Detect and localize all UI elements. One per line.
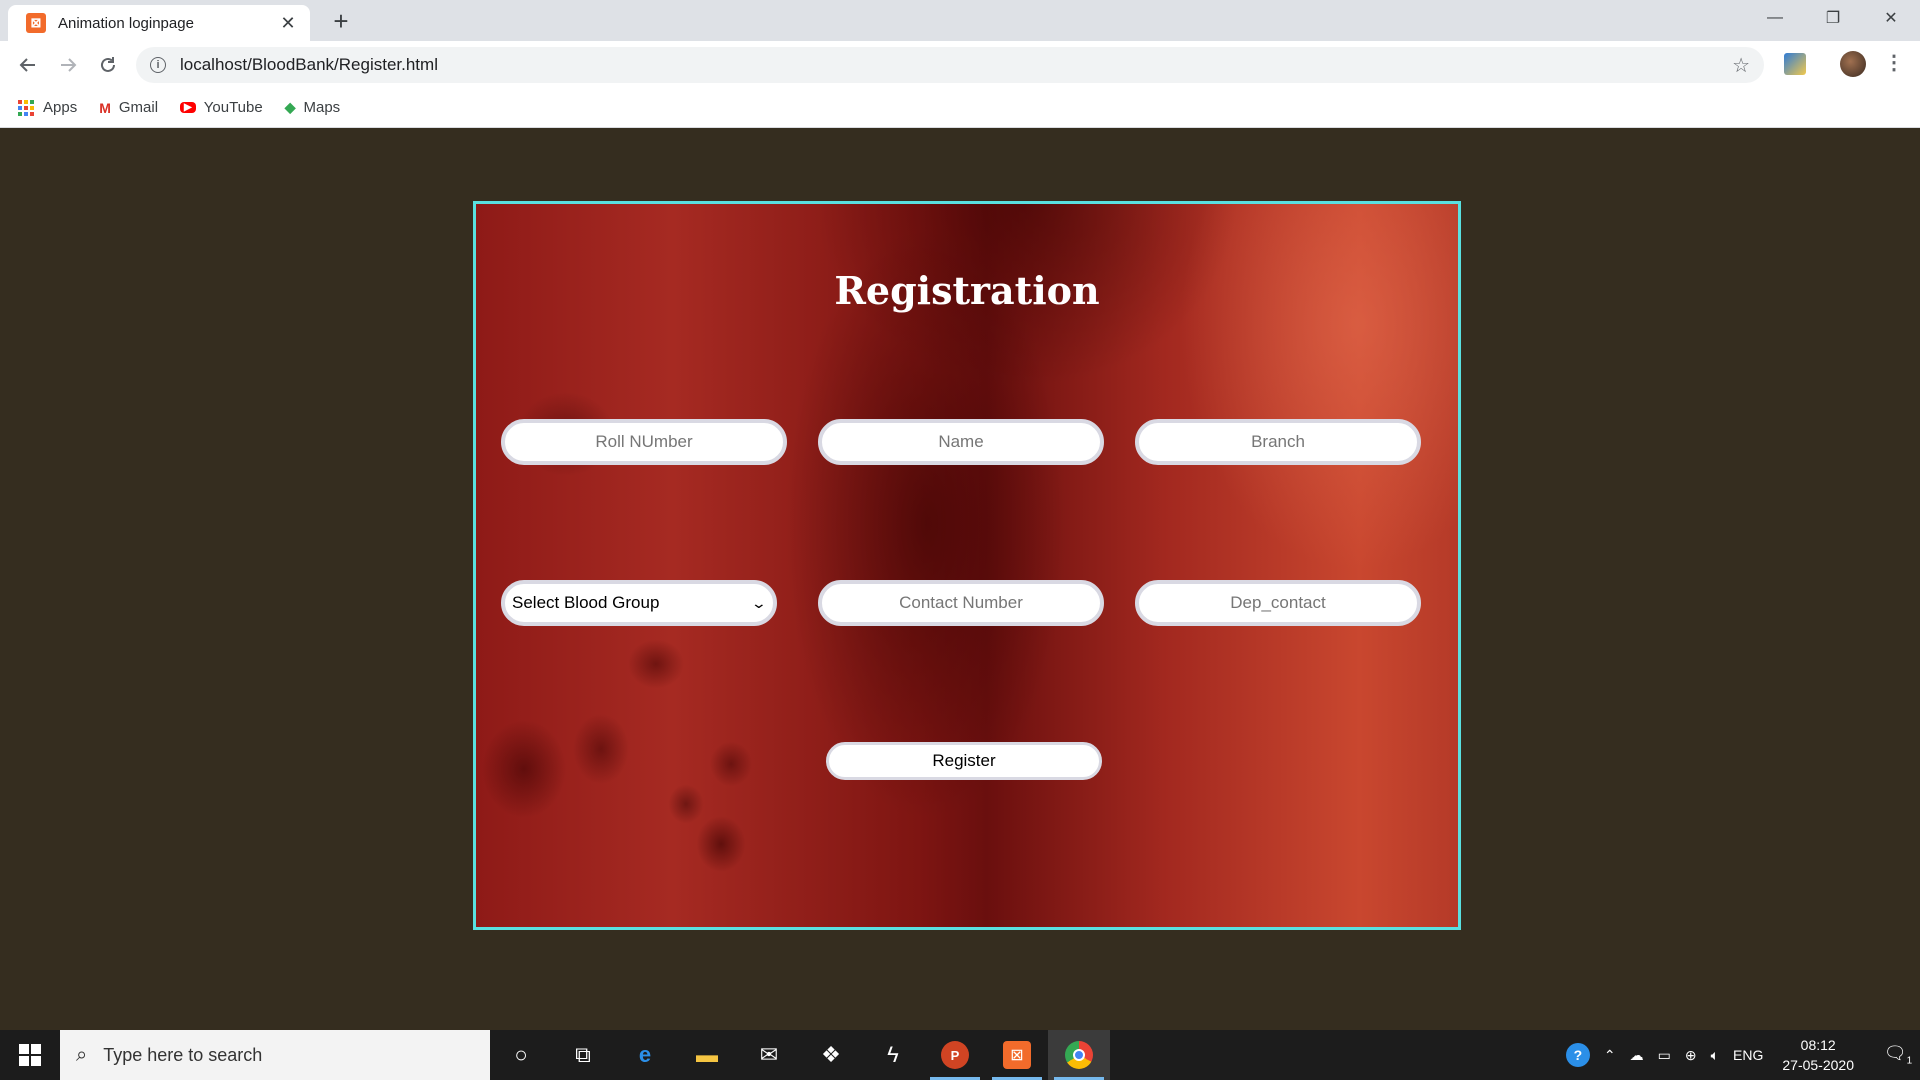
youtube-icon: ▶ (180, 102, 196, 113)
cortana-icon[interactable]: ○ (490, 1030, 552, 1080)
extension-icon[interactable] (1784, 53, 1806, 75)
bookmark-apps[interactable]: Apps (18, 99, 77, 116)
help-icon[interactable]: ? (1565, 1043, 1590, 1067)
dep-contact-input[interactable]: Dep_contact (1135, 580, 1421, 626)
forward-arrow-icon[interactable] (48, 45, 88, 85)
minimize-button[interactable]: — (1746, 0, 1804, 36)
task-view-icon[interactable]: ⧉ (552, 1030, 614, 1080)
gmail-icon: M (99, 99, 111, 116)
tab-close-icon[interactable]: ✕ (278, 13, 298, 34)
chevron-up-icon[interactable]: ⌃ (1604, 1047, 1616, 1064)
name-input[interactable]: Name (818, 419, 1104, 465)
date: 27-05-2020 (1782, 1057, 1854, 1073)
volume-icon[interactable]: 🔈︎ (1711, 1047, 1719, 1064)
address-bar[interactable]: i localhost/BloodBank/Register.html ☆ (136, 47, 1764, 83)
restore-button[interactable]: ❐ (1804, 0, 1862, 36)
bookmark-star-icon[interactable]: ☆ (1732, 53, 1750, 78)
maps-icon: ◆ (284, 99, 296, 115)
window-controls: — ❐ ✕ (1746, 0, 1920, 41)
clock[interactable]: 08:12 27-05-2020 (1782, 1035, 1854, 1075)
registration-panel: Registration Roll NUmber Name Branch Sel… (473, 201, 1461, 930)
register-button[interactable]: Register (826, 742, 1102, 780)
network-icon[interactable]: ⊕ (1685, 1047, 1697, 1064)
edge-icon[interactable]: e (614, 1030, 676, 1080)
profile-avatar[interactable] (1840, 51, 1866, 77)
notification-count: 1 (1906, 1055, 1913, 1067)
back-arrow-icon[interactable] (8, 45, 48, 85)
tab-title: Animation loginpage (58, 14, 194, 32)
mail-icon[interactable]: ✉ (738, 1030, 800, 1080)
sublime-icon[interactable]: ϟ (862, 1030, 924, 1080)
file-explorer-icon[interactable]: ▬ (676, 1030, 738, 1080)
taskbar-apps: ○ ⧉ e ▬ ✉ ❖ ϟ P ⊠ (490, 1030, 1110, 1080)
battery-icon[interactable]: ▭ (1658, 1047, 1671, 1064)
bookmark-label: YouTube (203, 99, 263, 116)
blood-group-selected: Select Blood Group (512, 593, 660, 612)
branch-input[interactable]: Branch (1135, 419, 1421, 465)
chrome-icon[interactable] (1048, 1030, 1110, 1080)
chevron-down-icon: ⌄ (750, 594, 768, 611)
xampp-icon[interactable]: ⊠ (986, 1030, 1048, 1080)
bookmarks-bar: Apps M Gmail ▶ YouTube ◆ Maps (0, 88, 1920, 128)
taskbar-search[interactable]: ⌕ Type here to search (60, 1030, 490, 1080)
powerpoint-icon[interactable]: P (924, 1030, 986, 1080)
menu-dots-icon[interactable]: ⋮ (1884, 50, 1904, 75)
time: 08:12 (1800, 1037, 1836, 1053)
onedrive-icon[interactable]: ☁ (1630, 1047, 1644, 1064)
contact-number-input[interactable]: Contact Number (818, 580, 1104, 626)
search-icon: ⌕ (76, 1043, 88, 1066)
bookmark-maps[interactable]: ◆ Maps (285, 99, 340, 116)
page-title: Registration (834, 268, 1100, 313)
browser-tab[interactable]: ⊠ Animation loginpage ✕ (8, 5, 310, 41)
browser-toolbar: i localhost/BloodBank/Register.html ☆ ⋮ (0, 41, 1920, 88)
dropbox-icon[interactable]: ❖ (800, 1030, 862, 1080)
language-indicator[interactable]: ENG (1733, 1047, 1763, 1063)
site-info-icon[interactable]: i (150, 57, 166, 73)
xampp-favicon-icon: ⊠ (26, 13, 46, 33)
new-tab-button[interactable]: + (326, 6, 356, 36)
windows-start-icon[interactable] (0, 1030, 60, 1080)
bookmark-label: Apps (43, 99, 78, 116)
bookmark-label: Maps (303, 99, 341, 116)
taskbar: ⌕ Type here to search ○ ⧉ e ▬ ✉ ❖ ϟ P ⊠ … (0, 1030, 1920, 1080)
reload-icon[interactable] (88, 45, 128, 85)
bookmark-gmail[interactable]: M Gmail (99, 99, 158, 116)
search-placeholder: Type here to search (103, 1044, 263, 1065)
close-window-button[interactable]: ✕ (1862, 0, 1920, 36)
blood-group-select[interactable]: Select Blood Group ⌄ (501, 580, 777, 626)
apps-grid-icon (18, 99, 34, 116)
tab-strip: ⊠ Animation loginpage ✕ + — ❐ ✕ (0, 0, 1920, 41)
bookmark-youtube[interactable]: ▶ YouTube (180, 99, 263, 116)
bookmark-label: Gmail (118, 99, 159, 116)
system-tray: ? ⌃ ☁ ▭ ⊕ 🔈︎ ENG 08:12 27-05-2020 🗨︎1 (1559, 1030, 1920, 1080)
url-text: localhost/BloodBank/Register.html (180, 55, 438, 74)
roll-number-input[interactable]: Roll NUmber (501, 419, 787, 465)
notification-icon[interactable]: 🗨︎1 (1876, 1043, 1920, 1067)
